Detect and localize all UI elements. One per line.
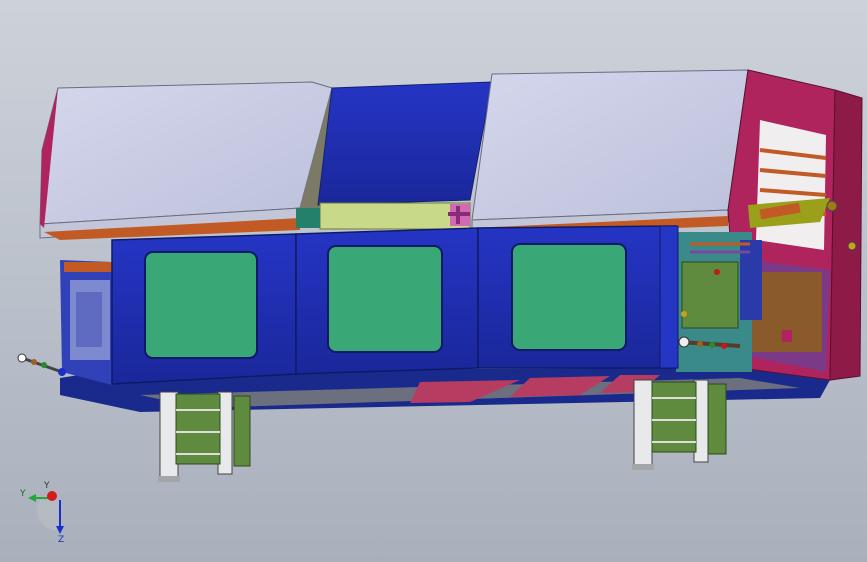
leg-right — [632, 379, 727, 470]
leg-left — [158, 391, 251, 482]
y-axis-label-top: Y — [43, 481, 50, 491]
front-panel-center — [295, 227, 479, 375]
x-axis-point — [47, 491, 57, 501]
front-panel-left — [111, 233, 297, 385]
top-cover-right — [471, 69, 749, 236]
front-panel-right — [477, 225, 679, 369]
orientation-triad[interactable]: Y Y Z — [19, 481, 64, 545]
top-cover-left — [39, 81, 333, 240]
cad-viewport[interactable]: Y Y Z — [0, 0, 867, 562]
y-axis-label: Y — [19, 489, 26, 499]
z-axis-label: Z — [58, 535, 64, 545]
left-end-module — [17, 260, 112, 385]
